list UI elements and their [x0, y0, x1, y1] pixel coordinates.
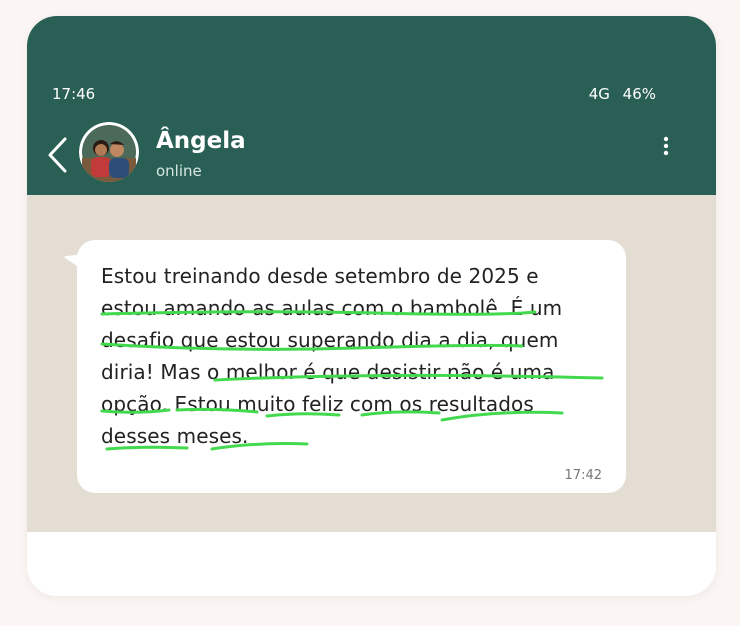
status-time: 17:46	[52, 85, 96, 103]
chat-header: 17:46 4G 46% Ângela online	[27, 16, 716, 195]
contact-name[interactable]: Ângela	[156, 128, 246, 154]
avatar[interactable]	[79, 122, 139, 182]
back-arrow-icon[interactable]	[45, 136, 71, 174]
network-indicator: 4G	[588, 85, 610, 103]
avatar-photo-icon	[79, 122, 139, 182]
bottom-bar	[27, 532, 716, 596]
message-text: Estou treinando desde setembro de 2025 e…	[101, 264, 563, 448]
message-time: 17:42	[564, 468, 602, 483]
battery-level: 46%	[622, 85, 656, 103]
contact-status: online	[156, 162, 202, 180]
bubble-tail	[64, 254, 83, 270]
chat-area: Estou treinando desde setembro de 2025 e…	[27, 195, 716, 532]
more-options-icon[interactable]	[662, 136, 670, 156]
message-bubble[interactable]: Estou treinando desde setembro de 2025 e…	[64, 240, 626, 493]
phone-screen: 17:46 4G 46% Ângela online Estou treinan…	[27, 16, 716, 596]
status-indicators: 4G 46%	[581, 85, 656, 103]
